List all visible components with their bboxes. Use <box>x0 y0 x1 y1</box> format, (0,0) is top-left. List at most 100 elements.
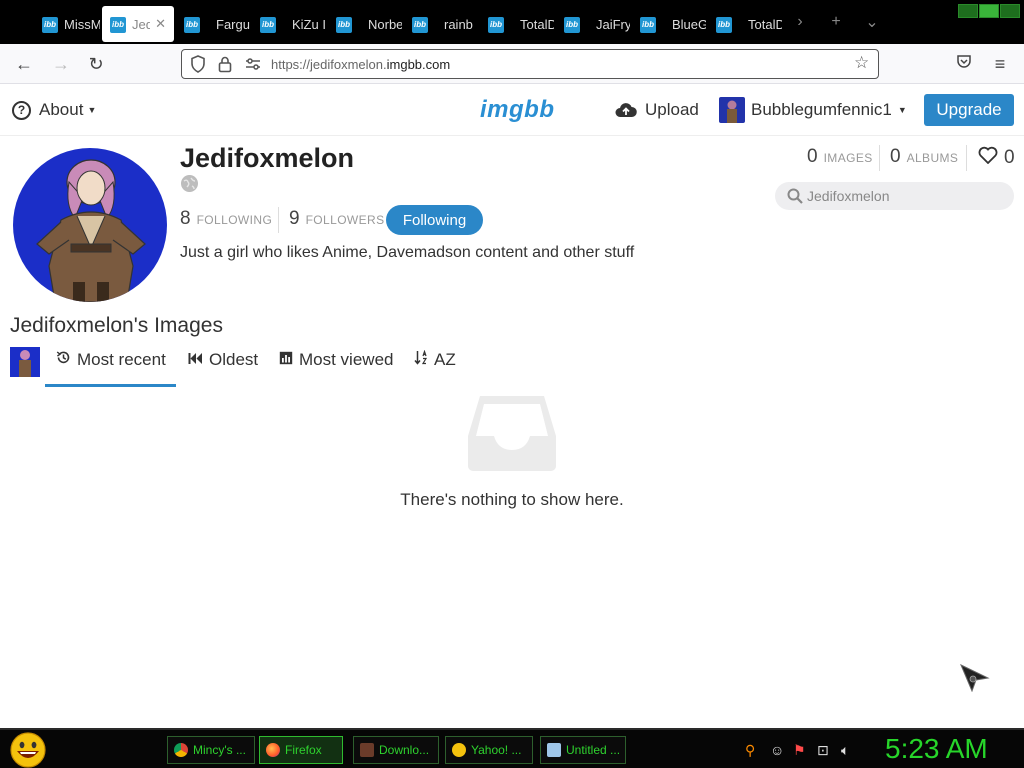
active-sort-indicator <box>45 384 176 387</box>
browser-tab[interactable]: ibb Fargus <box>174 6 250 42</box>
firefox-icon <box>266 743 280 757</box>
history-icon <box>56 350 71 370</box>
profile-avatar <box>13 148 167 302</box>
profile-search-input[interactable] <box>807 186 997 206</box>
taskbar-button-notepad[interactable]: Untitled ... <box>540 736 626 764</box>
profile-mini-avatar[interactable] <box>10 347 40 377</box>
os-taskbar: Mincy's ... Firefox Downlo... Yahoo! ...… <box>0 728 1024 768</box>
sort-most-recent-tab[interactable]: Most recent <box>56 350 166 370</box>
profile-bio: Just a girl who likes Anime, Davemadson … <box>180 244 635 261</box>
browser-nav-bar: ← → ↻ https://jedifoxmelon.imgbb.com ☆ ≡ <box>0 44 1024 84</box>
taskbar-button-downloads[interactable]: Downlo... <box>353 736 439 764</box>
images-stat[interactable]: 0 IMAGES <box>807 146 873 168</box>
reload-icon[interactable]: ↻ <box>86 54 106 74</box>
sort-oldest-tab[interactable]: Oldest <box>188 350 258 370</box>
browser-tab[interactable]: ibb MissM <box>0 6 102 42</box>
imgbb-favicon-icon: ibb <box>184 17 200 33</box>
notepad-icon <box>547 743 561 757</box>
tab-label: TotalD <box>748 16 782 32</box>
page-permissions-icon[interactable] <box>244 55 262 76</box>
browser-tab[interactable]: ibb TotalD <box>478 6 554 42</box>
browser-tab[interactable]: ibb JaiFry <box>554 6 630 42</box>
globe-icon <box>181 175 198 192</box>
network-tray-icon[interactable]: ⊡ <box>817 742 829 759</box>
taskbar-button-firefox[interactable]: Firefox <box>259 736 343 764</box>
taskbar-clock[interactable]: 5:23 AM <box>885 733 988 765</box>
imgbb-logo[interactable]: imgbb <box>480 96 555 124</box>
close-tab-icon[interactable]: ✕ <box>155 16 166 32</box>
images-count: 0 <box>807 146 818 167</box>
stat-divider <box>879 145 880 171</box>
new-tab-icon[interactable]: + <box>818 13 854 31</box>
scroll-tabs-right-icon[interactable]: › <box>782 13 818 31</box>
forward-arrow-icon[interactable]: → <box>51 54 71 74</box>
window-controls <box>958 4 1020 18</box>
back-arrow-icon[interactable]: ← <box>14 54 34 74</box>
browser-tab-strip: ibb MissM ibb Jedi ✕ ibb Fargus ibb KiZu… <box>0 0 1024 44</box>
followers-stat[interactable]: 9 FOLLOWERS <box>289 208 385 230</box>
minimize-window-icon[interactable] <box>958 4 978 18</box>
bookmark-star-icon[interactable]: ☆ <box>854 53 869 73</box>
yahoo-smiley-icon <box>452 743 466 757</box>
albums-stat[interactable]: 0 ALBUMS <box>890 146 958 168</box>
browser-tab[interactable]: ibb Norbe <box>326 6 402 42</box>
tab-label: TotalD <box>520 16 554 32</box>
tab-label: MissM <box>64 16 100 32</box>
taskbar-button-chrome[interactable]: Mincy's ... <box>167 736 255 764</box>
user-name: Bubblegumfennic1 <box>751 100 892 119</box>
tab-label: rainb <box>444 16 473 32</box>
flag-tray-icon[interactable]: ⚑ <box>793 742 806 759</box>
likes-stat[interactable]: 0 <box>978 146 1015 170</box>
smiley-tray-icon[interactable]: ☺ <box>770 742 784 758</box>
cloud-upload-icon <box>615 102 637 118</box>
upload-button[interactable]: Upload <box>615 100 699 120</box>
menu-hamburger-icon[interactable]: ≡ <box>990 54 1010 74</box>
tab-label: Fargus <box>216 16 250 32</box>
pocket-icon[interactable] <box>954 54 974 74</box>
browser-tab[interactable]: ibb TotalD <box>706 6 782 42</box>
search-tray-icon[interactable]: ⚲ <box>745 742 755 759</box>
taskbar-button-yahoo[interactable]: Yahoo! ... <box>445 736 533 764</box>
shield-icon[interactable] <box>190 55 206 76</box>
downloads-icon <box>360 743 374 757</box>
browser-tab[interactable]: ibb rainb <box>402 6 478 42</box>
bar-chart-icon <box>279 350 293 370</box>
sort-alpha-icon <box>414 349 428 370</box>
sort-most-viewed-tab[interactable]: Most viewed <box>279 350 393 370</box>
images-label: IMAGES <box>823 151 873 165</box>
lock-icon[interactable] <box>218 55 232 76</box>
sort-tab-label: Oldest <box>209 350 259 369</box>
taskbar-button-label: Firefox <box>285 743 322 757</box>
fast-backward-icon <box>188 350 203 370</box>
maximize-window-icon[interactable] <box>979 4 999 18</box>
chrome-icon <box>174 743 188 757</box>
upload-label: Upload <box>645 100 699 119</box>
close-window-icon[interactable] <box>1000 4 1020 18</box>
help-question-icon: ? <box>12 100 31 120</box>
following-stat[interactable]: 8 FOLLOWING <box>180 208 272 230</box>
browser-tab[interactable]: ibb BlueG <box>630 6 706 42</box>
screen: ibb MissM ibb Jedi ✕ ibb Fargus ibb KiZu… <box>0 0 1024 768</box>
user-menu[interactable]: Bubblegumfennic1 ▼ <box>719 97 907 123</box>
browser-tab[interactable]: ibb KiZu I <box>250 6 326 42</box>
caret-down-icon: ▼ <box>87 105 97 115</box>
tab-label: Jedi <box>132 16 150 32</box>
imgbb-favicon-icon: ibb <box>716 17 732 33</box>
albums-count: 0 <box>890 146 901 167</box>
url-domain: imgbb.com <box>386 57 451 72</box>
sort-az-tab[interactable]: AZ <box>414 349 456 370</box>
sort-tab-label: AZ <box>434 350 456 369</box>
upgrade-button[interactable]: Upgrade <box>924 94 1014 126</box>
list-tabs-chevron-icon[interactable]: ⌄ <box>854 12 890 32</box>
start-smiley-icon[interactable] <box>8 732 48 768</box>
sort-tab-label: Most viewed <box>299 350 394 369</box>
following-button[interactable]: Following <box>386 205 483 235</box>
stat-divider <box>966 145 967 171</box>
imgbb-favicon-icon: ibb <box>110 17 126 33</box>
about-menu[interactable]: ? About ▼ <box>12 100 96 120</box>
address-bar[interactable]: https://jedifoxmelon.imgbb.com ☆ <box>181 49 879 79</box>
volume-tray-icon[interactable]: 🔈︎ <box>841 742 849 759</box>
imgbb-favicon-icon: ibb <box>42 17 58 33</box>
browser-tab-active[interactable]: ibb Jedi ✕ <box>102 6 174 42</box>
tab-label: KiZu I <box>292 16 326 32</box>
